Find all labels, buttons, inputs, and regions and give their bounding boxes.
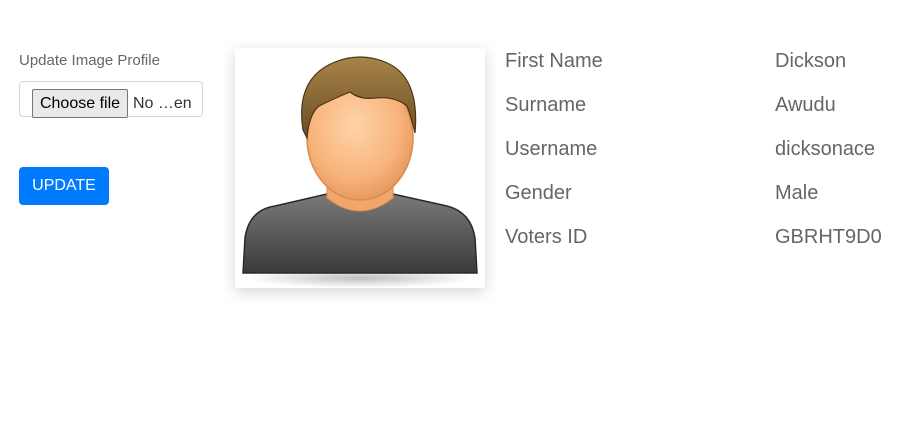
profile-page: Update Image Profile Choose file No …en …: [0, 0, 920, 435]
surname-label: Surname: [505, 94, 587, 116]
update-image-profile-label: Update Image Profile: [19, 52, 160, 69]
voters-id-label: Voters ID: [505, 226, 588, 248]
file-input[interactable]: Choose file No …en: [19, 81, 203, 118]
file-status-text: No …en: [133, 95, 192, 112]
username-value: dicksonace: [775, 138, 876, 160]
first-name-label: First Name: [505, 50, 603, 72]
voters-id-value: GBRHT9D0: [775, 226, 882, 248]
choose-file-button[interactable]: Choose file: [32, 89, 128, 118]
update-button[interactable]: UPDATE: [19, 167, 109, 205]
first-name-value: Dickson: [775, 50, 847, 72]
gender-label: Gender: [505, 182, 572, 204]
surname-value: Awudu: [775, 94, 836, 116]
username-label: Username: [505, 138, 598, 160]
gender-value: Male: [775, 182, 819, 204]
default-user-avatar-icon: [242, 56, 478, 288]
profile-image: [235, 48, 485, 288]
